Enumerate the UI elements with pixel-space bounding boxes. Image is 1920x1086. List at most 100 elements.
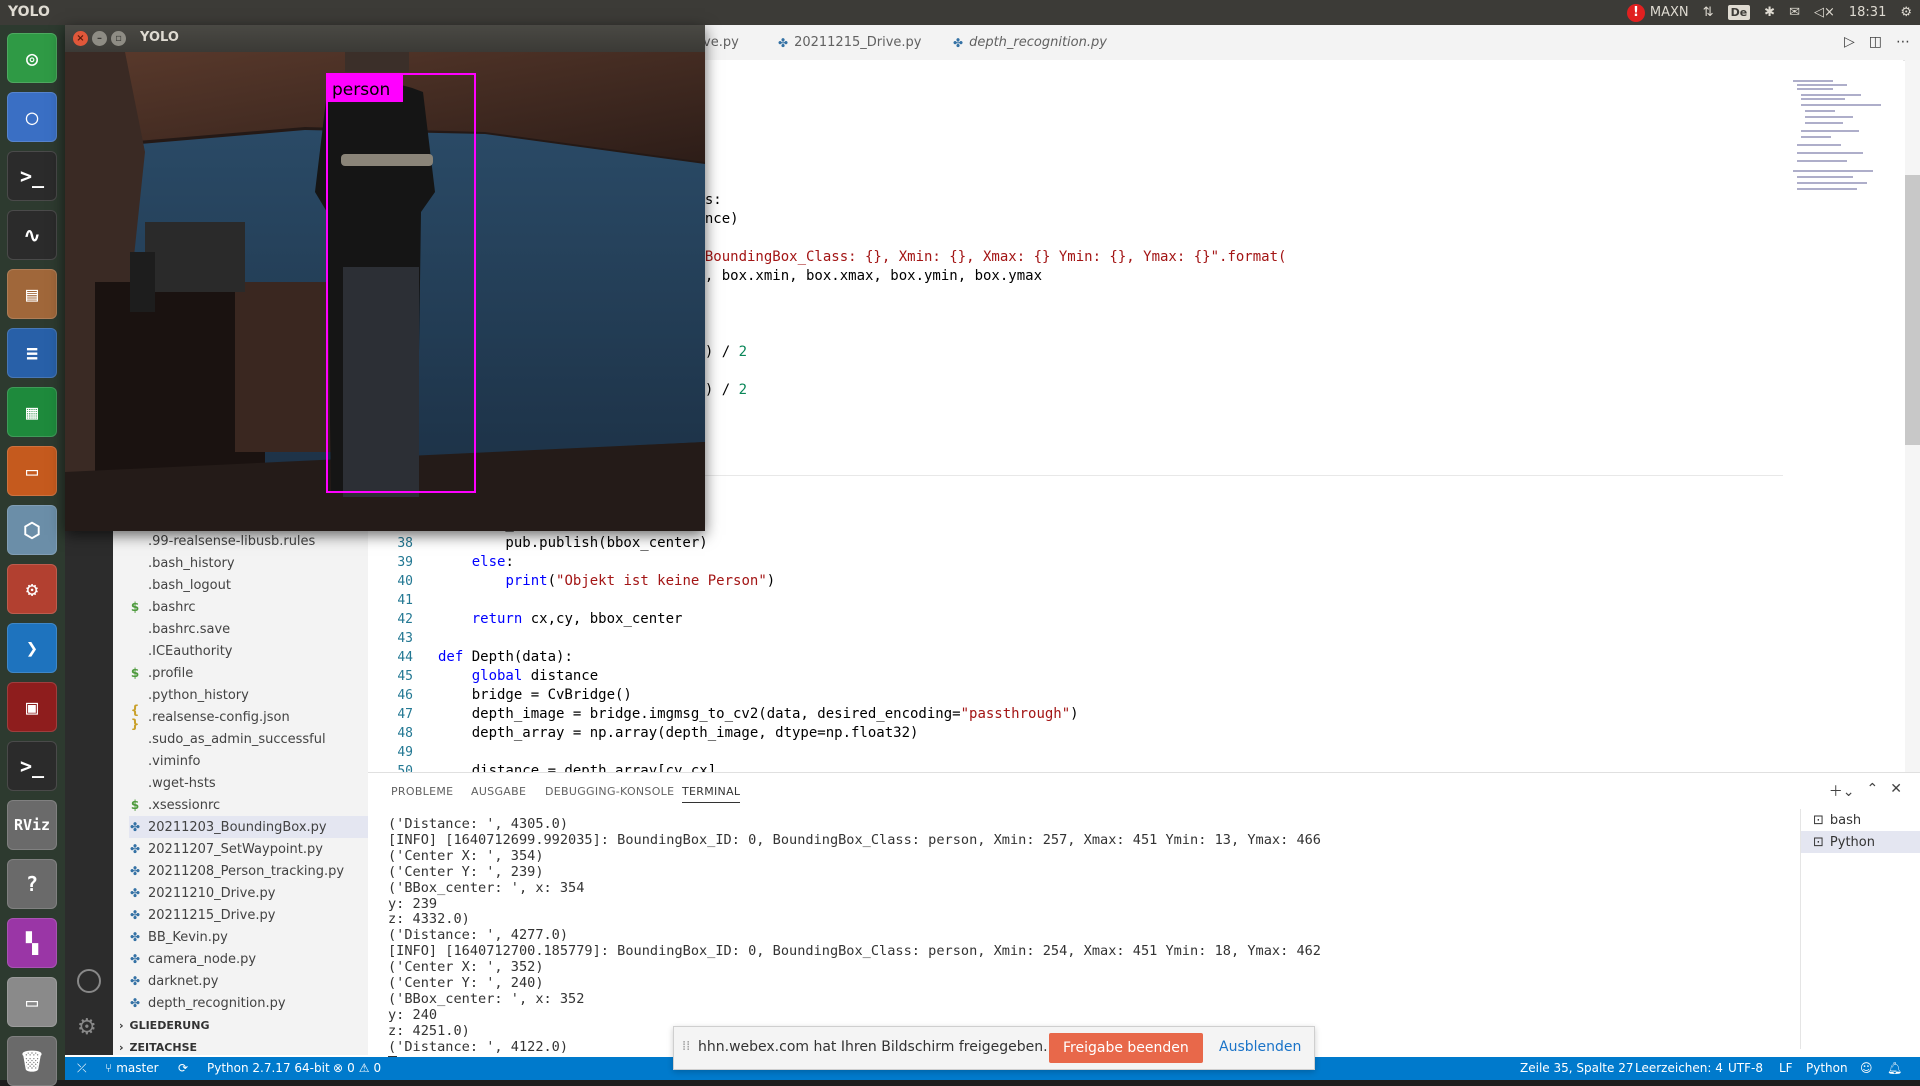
chromium-icon[interactable]: ◯ [7, 92, 57, 142]
tab-depth-recognition[interactable]: ✤ depth_recognition.py [953, 25, 1107, 60]
drive-icon[interactable]: ▭ [7, 977, 57, 1027]
file-item[interactable]: ✤ depth_recognition.py [129, 992, 368, 1014]
file-item[interactable]: .ICEauthority [129, 640, 368, 662]
red-app-icon[interactable]: ▣ [7, 682, 57, 732]
file-item[interactable]: .python_history [129, 684, 368, 706]
help-icon[interactable]: ? [7, 859, 57, 909]
problems-count[interactable]: ⊗ 0 ⚠ 0 [333, 1061, 381, 1075]
writer-icon[interactable]: ≡ [7, 328, 57, 378]
remote-icon[interactable]: ⤫ [77, 1061, 87, 1076]
file-item[interactable]: .wget-hsts [129, 772, 368, 794]
scrollbar-thumb[interactable] [1905, 175, 1920, 445]
terminal-python[interactable]: ⊡ Python [1801, 831, 1920, 853]
cursor-position[interactable]: Zeile 35, Spalte 27 [1520, 1061, 1633, 1075]
run-icon[interactable]: ▷ [1844, 34, 1855, 50]
tab-probleme[interactable]: PROBLEME [391, 785, 453, 798]
hide-button[interactable]: Ausblenden [1219, 1039, 1301, 1055]
maximize-panel-icon[interactable]: ⌃ [1867, 781, 1879, 801]
sync-icon[interactable]: ⟳ [178, 1061, 188, 1075]
rviz-icon[interactable]: RViz [7, 800, 57, 850]
file-item[interactable]: { } .realsense-config.json [129, 703, 368, 731]
gear-icon[interactable]: ⚙ [1900, 5, 1912, 20]
indentation[interactable]: Leerzeichen: 4 [1635, 1061, 1723, 1075]
file-item[interactable]: $ .xsessionrc [129, 794, 368, 816]
tab-terminal[interactable]: TERMINAL [682, 785, 741, 803]
settings-tool-icon[interactable]: ⚙ [7, 564, 57, 614]
language-mode[interactable]: Python [1806, 1061, 1848, 1075]
file-item[interactable]: ✤ 20211210_Drive.py [129, 882, 368, 904]
file-item[interactable]: ✤ 20211215_Drive.py [129, 904, 368, 926]
keyboard-layout[interactable]: De [1727, 5, 1751, 20]
detection-label: person [332, 80, 390, 100]
vscode-icon[interactable]: ❯ [7, 623, 57, 673]
file-name: depth_recognition.py [148, 995, 286, 1011]
file-item[interactable]: ✤ camera_node.py [129, 948, 368, 970]
network-arrows-icon[interactable]: ⇅ [1703, 5, 1714, 20]
impress-icon[interactable]: ▭ [7, 446, 57, 496]
file-item[interactable]: ✤ BB_Kevin.py [129, 926, 368, 948]
close-icon[interactable]: × [73, 31, 88, 46]
stop-sharing-button[interactable]: Freigabe beenden [1049, 1033, 1203, 1063]
file-item[interactable]: .sudo_as_admin_successful [129, 728, 368, 750]
yolo-titlebar[interactable]: × – ▫ YOLO [65, 25, 705, 52]
calc-icon[interactable]: ▦ [7, 387, 57, 437]
share-message: hhn.webex.com hat Ihren Bildschirm freig… [698, 1039, 1048, 1055]
section-gliederung[interactable]: › GLIEDERUNG [113, 1014, 368, 1036]
more-actions-icon[interactable]: ⋯ [1896, 34, 1910, 50]
file-name: .ICEauthority [148, 643, 233, 659]
feedback-icon[interactable]: ☺ [1860, 1061, 1873, 1075]
file-item[interactable]: ✤ 20211207_SetWaypoint.py [129, 838, 368, 860]
line-ending[interactable]: LF [1779, 1061, 1793, 1075]
manage-gear-icon[interactable]: ⚙ [77, 1015, 97, 1040]
editor-scrollbar[interactable] [1905, 60, 1920, 772]
file-item[interactable]: .bash_logout [129, 574, 368, 596]
files-icon[interactable]: ▤ [7, 269, 57, 319]
system-monitor-icon[interactable]: ∿ [7, 210, 57, 260]
file-item[interactable]: .bash_history [129, 552, 368, 574]
git-branch[interactable]: ⑂ master [105, 1061, 159, 1075]
tab-20211215-drive[interactable]: ✤ 20211215_Drive.py [778, 25, 921, 60]
tab-debugging-konsole[interactable]: DEBUGGING-KONSOLE [545, 785, 674, 798]
file-item[interactable]: ✤ 20211203_BoundingBox.py [129, 816, 368, 838]
launcher: ◎ ◯ >_ ∿ ▤ ≡ ▦ ▭ ⬡ ⚙ ❯ ▣ >_ RViz? ▚ ▭ 🗑 [0, 25, 65, 1086]
shell-file-icon: $ [130, 600, 140, 614]
line-number: 48 [397, 726, 413, 741]
file-item[interactable]: .99-realsense-libusb.rules [129, 530, 368, 552]
encoding[interactable]: UTF-8 [1728, 1061, 1763, 1075]
close-panel-icon[interactable]: ✕ [1890, 781, 1902, 801]
ubuntu-software-icon[interactable]: ◎ [7, 33, 57, 83]
python-interpreter[interactable]: Python 2.7.17 64-bit [207, 1061, 330, 1075]
file-item[interactable]: .viminfo [129, 750, 368, 772]
minimize-icon[interactable]: – [92, 31, 107, 46]
file-name: .profile [148, 665, 194, 681]
clock[interactable]: 18:31 [1849, 5, 1886, 20]
tab-ausgabe[interactable]: AUSGABE [471, 785, 526, 798]
maximize-icon[interactable]: ▫ [111, 31, 126, 46]
terminal2-icon[interactable]: >_ [7, 741, 57, 791]
file-item[interactable]: $ .profile [129, 662, 368, 684]
warning-triangle-icon: ⚠ [358, 1061, 370, 1075]
new-terminal-icon[interactable]: ＋⌄ [1829, 781, 1855, 801]
app-store-icon[interactable]: ⬡ [7, 505, 57, 555]
terminal-icon[interactable]: >_ [7, 151, 57, 201]
notifications-icon[interactable]: 🔔︎ [1887, 1061, 1902, 1075]
terminal-bash[interactable]: ⊡ bash [1801, 809, 1920, 831]
file-item[interactable]: ✤ 20211208_Person_tracking.py [129, 860, 368, 882]
file-item[interactable]: ✤ darknet.py [129, 970, 368, 992]
trash-icon[interactable]: 🗑 [7, 1036, 57, 1086]
mail-icon[interactable]: ✉ [1789, 5, 1800, 20]
minimap[interactable] [1783, 60, 1903, 772]
update-warning[interactable]: ! MAXN [1626, 3, 1689, 22]
section-zeitachse[interactable]: › ZEITACHSE [113, 1036, 368, 1058]
workspace-icon[interactable]: ▚ [7, 918, 57, 968]
volume-icon[interactable]: ◁× [1814, 5, 1835, 20]
file-name: .sudo_as_admin_successful [148, 731, 326, 747]
bluetooth-icon[interactable]: ✱ [1764, 5, 1775, 20]
split-editor-icon[interactable]: ◫ [1869, 34, 1882, 50]
file-item[interactable]: $ .bashrc [129, 596, 368, 618]
tab-drive-partial[interactable]: ve.py [703, 25, 739, 60]
top-panel: YOLO ! MAXN ⇅ De ✱ ✉ ◁× 18:31 ⚙ [0, 0, 1920, 25]
file-item[interactable]: .bashrc.save [129, 618, 368, 640]
drag-handle-icon[interactable]: ⁞⁞ [682, 1039, 690, 1054]
account-icon[interactable] [77, 969, 101, 993]
